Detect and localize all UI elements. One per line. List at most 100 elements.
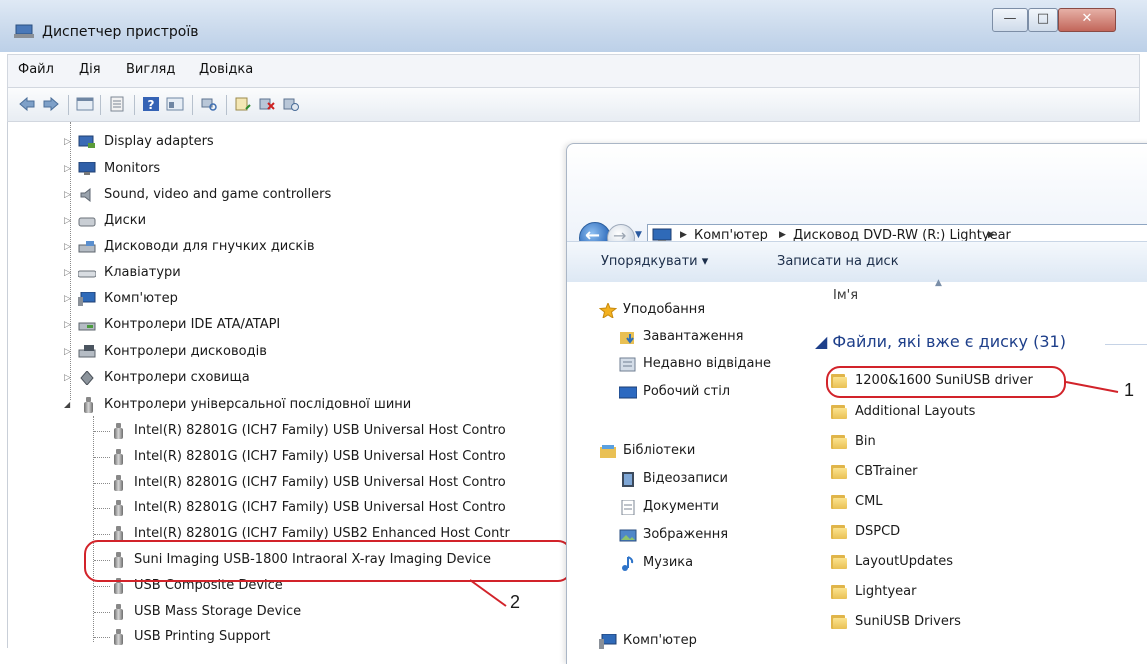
toolbar-separator bbox=[134, 95, 135, 115]
recent-pages-dropdown-icon[interactable]: ▼ bbox=[635, 230, 642, 240]
tree-category-label: Monitors bbox=[104, 161, 161, 176]
toolbar: ? bbox=[7, 88, 1140, 122]
callout-2-number: 2 bbox=[510, 592, 521, 612]
nav-label: Зображення bbox=[643, 527, 729, 542]
ide-controller-icon bbox=[78, 322, 96, 331]
tree-category-display-adapters[interactable]: ▷ Display adapters bbox=[64, 131, 464, 153]
disable-icon[interactable] bbox=[282, 96, 300, 112]
tree-item-usb-device[interactable]: USB Printing Support bbox=[94, 626, 574, 648]
libraries-icon bbox=[600, 445, 616, 458]
expand-arrow-icon[interactable]: ▷ bbox=[64, 367, 71, 389]
tree-category-storage-controllers[interactable]: ▷ Контролери сховища bbox=[64, 367, 484, 389]
scan-hardware-icon[interactable] bbox=[200, 96, 218, 112]
file-name: CML bbox=[855, 494, 883, 509]
tree-item-usb-device[interactable]: USB Mass Storage Device bbox=[94, 601, 574, 623]
usb-icon bbox=[114, 449, 123, 465]
tree-item-label: Intel(R) 82801G (ICH7 Family) USB Univer… bbox=[134, 449, 506, 464]
folder-icon bbox=[831, 465, 847, 479]
tree-category-label: Контролери універсальної послідовної шин… bbox=[104, 397, 412, 412]
show-hide-tree-icon[interactable] bbox=[76, 96, 94, 112]
tree-category-sound[interactable]: ▷ Sound, video and game controllers bbox=[64, 184, 484, 206]
breadcrumb-separator-icon[interactable]: ▶ bbox=[779, 230, 786, 240]
usb-icon bbox=[114, 604, 123, 620]
nav-label: Комп'ютер bbox=[623, 633, 697, 648]
floppy-controller-icon bbox=[78, 345, 96, 358]
file-name: DSPCD bbox=[855, 524, 901, 539]
usb-icon bbox=[114, 500, 123, 516]
monitor-icon bbox=[78, 162, 96, 175]
toolbar-separator bbox=[100, 95, 101, 115]
menu-view[interactable]: Вигляд bbox=[126, 62, 175, 77]
speaker-icon bbox=[80, 188, 91, 202]
expand-arrow-icon[interactable]: ▷ bbox=[64, 262, 71, 284]
nav-label: Документи bbox=[643, 499, 719, 514]
forward-arrow-icon[interactable] bbox=[42, 96, 60, 112]
tree-category-label: Display adapters bbox=[104, 134, 214, 149]
back-arrow-icon[interactable] bbox=[18, 96, 36, 112]
tree-category-keyboards[interactable]: ▷ Клавіатури bbox=[64, 262, 464, 284]
tree-item-usb-device[interactable]: Intel(R) 82801G (ICH7 Family) USB Univer… bbox=[94, 420, 574, 442]
view-icon[interactable] bbox=[166, 96, 184, 112]
expand-arrow-icon[interactable]: ▷ bbox=[64, 236, 71, 258]
minimize-button[interactable]: — bbox=[992, 8, 1028, 32]
tree-category-label: Комп'ютер bbox=[104, 291, 178, 306]
usb-icon bbox=[114, 423, 123, 439]
uninstall-icon[interactable] bbox=[258, 96, 276, 112]
expand-arrow-icon[interactable]: ▷ bbox=[64, 210, 71, 232]
tree-item-label: Intel(R) 82801G (ICH7 Family) USB Univer… bbox=[134, 423, 506, 438]
tree-item-usb-device[interactable]: Intel(R) 82801G (ICH7 Family) USB Univer… bbox=[94, 446, 574, 468]
nav-label: Уподобання bbox=[623, 302, 706, 317]
maximize-button[interactable]: □ bbox=[1028, 8, 1058, 32]
toolbar-separator bbox=[192, 95, 193, 115]
tree-category-floppy-controllers[interactable]: ▷ Контролери дисководів bbox=[64, 341, 484, 363]
menu-action[interactable]: Дія bbox=[79, 62, 101, 77]
expand-arrow-icon[interactable]: ▷ bbox=[64, 314, 71, 336]
expand-arrow-icon[interactable]: ▷ bbox=[64, 184, 71, 206]
device-manager-icon bbox=[14, 24, 34, 38]
tree-item-label: Intel(R) 82801G (ICH7 Family) USB Univer… bbox=[134, 475, 506, 490]
expand-arrow-icon[interactable]: ▷ bbox=[64, 158, 71, 180]
expand-arrow-icon[interactable]: ▷ bbox=[64, 131, 71, 153]
update-driver-icon[interactable] bbox=[234, 96, 252, 112]
menu-help[interactable]: Довідка bbox=[199, 62, 253, 77]
nav-label: Завантаження bbox=[643, 329, 744, 344]
burn-to-disc-button[interactable]: Записати на диск bbox=[777, 254, 899, 269]
group-header[interactable]: ◢ Файли, які вже є диску (31) bbox=[815, 332, 1066, 351]
music-icon bbox=[622, 556, 634, 571]
file-name: Bin bbox=[855, 434, 876, 449]
tree-category-label: Sound, video and game controllers bbox=[104, 187, 332, 202]
command-bar: Упорядкувати ▾ Записати на диск bbox=[567, 241, 1147, 283]
display-adapter-icon bbox=[78, 135, 95, 148]
help-icon[interactable]: ? bbox=[142, 96, 160, 112]
tree-item-usb-device[interactable]: Intel(R) 82801G (ICH7 Family) USB Univer… bbox=[94, 472, 574, 494]
tree-category-usb-controllers[interactable]: ◢ Контролери універсальної послідовної ш… bbox=[64, 394, 564, 416]
expand-arrow-icon[interactable]: ▷ bbox=[64, 288, 71, 310]
breadcrumb-separator-icon[interactable]: ▶ bbox=[680, 230, 687, 240]
menu-file[interactable]: Файл bbox=[18, 62, 54, 77]
collapse-arrow-icon[interactable]: ◢ bbox=[64, 394, 70, 416]
file-name: Lightyear bbox=[855, 584, 917, 599]
folder-icon bbox=[831, 615, 847, 629]
breadcrumb-separator-icon[interactable]: ▶ bbox=[988, 230, 995, 240]
maximize-icon: □ bbox=[1036, 11, 1050, 26]
tree-category-ide-controllers[interactable]: ▷ Контролери IDE ATA/ATAPI bbox=[64, 314, 484, 336]
close-button[interactable]: ✕ bbox=[1058, 8, 1116, 32]
navigation-pane: Уподобання Завантаження Недавно відвідан… bbox=[567, 282, 799, 664]
folder-icon bbox=[831, 435, 847, 449]
folder-icon bbox=[831, 555, 847, 569]
tree-category-disks[interactable]: ▷ Диски bbox=[64, 210, 464, 232]
toolbar-separator bbox=[226, 95, 227, 115]
organize-button[interactable]: Упорядкувати ▾ bbox=[601, 254, 708, 269]
expand-arrow-icon[interactable]: ▷ bbox=[64, 341, 71, 363]
tree-category-floppy-drives[interactable]: ▷ Дисководи для гнучких дисків bbox=[64, 236, 484, 258]
floppy-drive-icon bbox=[78, 241, 96, 253]
column-header-name[interactable]: Ім'я bbox=[833, 288, 858, 303]
properties-icon[interactable] bbox=[108, 96, 126, 112]
toolbar-separator bbox=[68, 95, 69, 115]
recent-places-icon bbox=[619, 357, 636, 372]
tree-category-computer[interactable]: ▷ Комп'ютер bbox=[64, 288, 464, 310]
file-name: CBTrainer bbox=[855, 464, 918, 479]
desktop-icon bbox=[619, 386, 637, 399]
tree-category-monitors[interactable]: ▷ Monitors bbox=[64, 158, 464, 180]
tree-item-usb-device[interactable]: Intel(R) 82801G (ICH7 Family) USB Univer… bbox=[94, 497, 574, 519]
